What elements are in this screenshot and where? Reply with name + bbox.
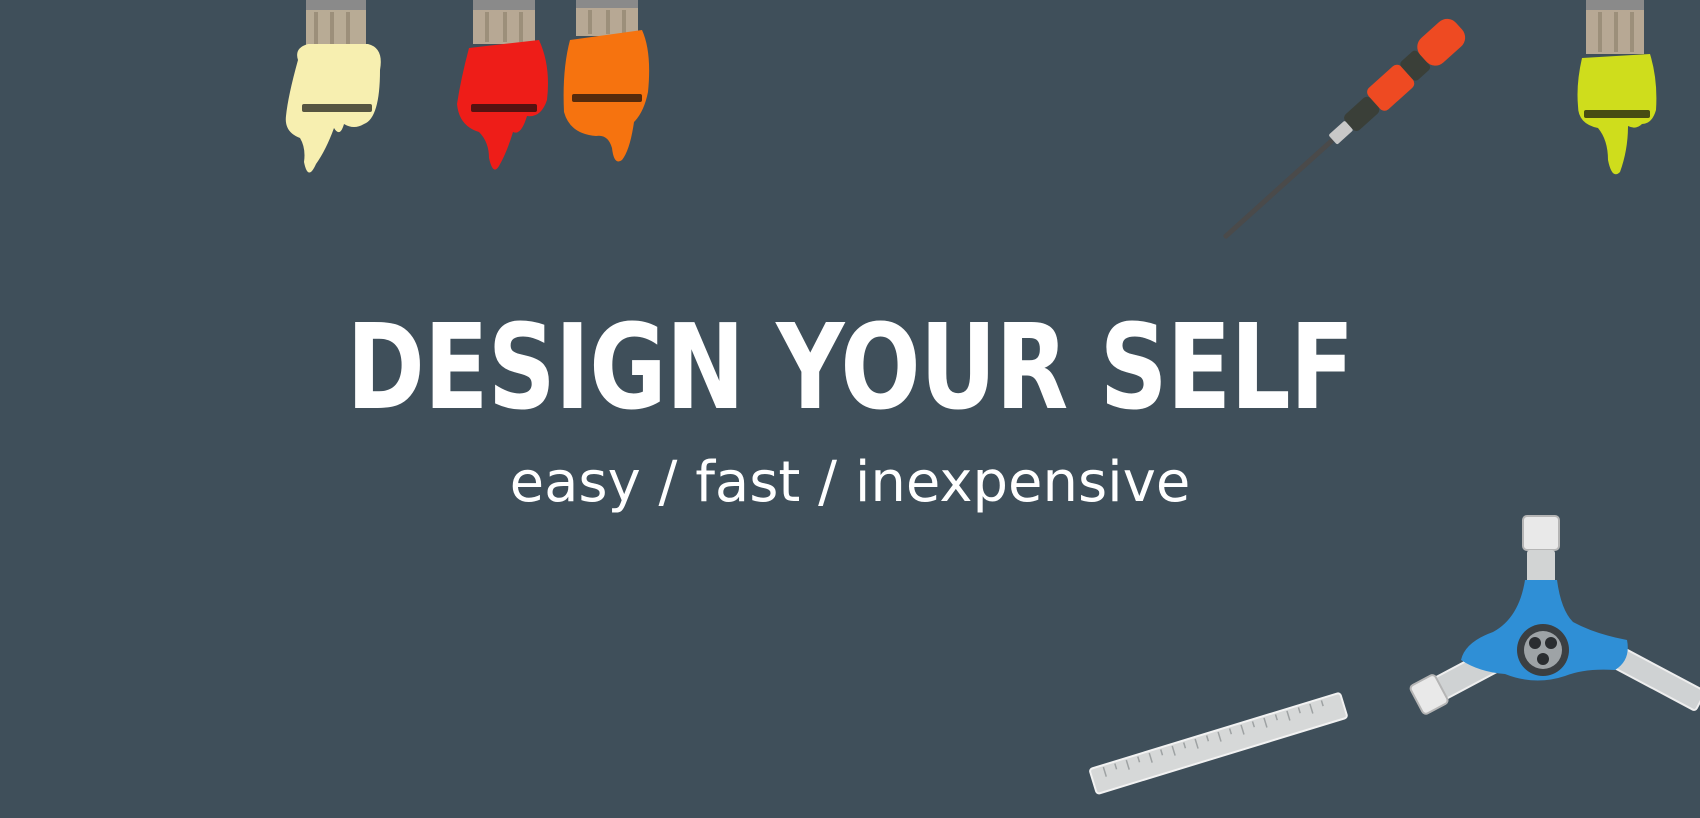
paintbrush-cream-icon (285, 0, 381, 173)
paintbrush-lime-icon (1577, 0, 1657, 175)
page-title: DESIGN YOUR SELF (346, 298, 1354, 436)
tagline: easy / fast / inexpensive (509, 450, 1191, 515)
socket-wrench-icon (1409, 515, 1700, 715)
paintbrush-orange-icon (563, 0, 650, 162)
ruler-icon (1089, 692, 1348, 795)
screwdriver-icon (1223, 18, 1466, 239)
hero-banner: DESIGN YOUR SELF easy / fast / inexpensi… (0, 0, 1700, 818)
paintbrush-red-icon (457, 0, 548, 170)
